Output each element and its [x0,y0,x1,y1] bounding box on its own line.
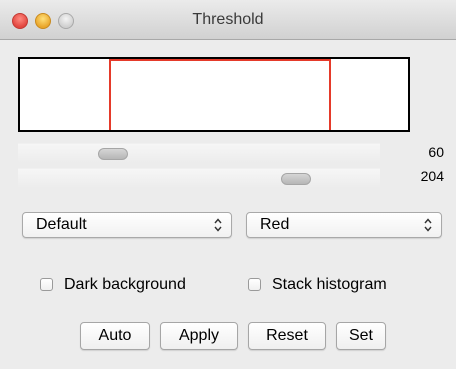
method-select[interactable]: Default [22,212,232,238]
stack-histogram-checkbox[interactable] [248,278,261,291]
histogram-plot [18,57,410,132]
dark-background-label: Dark background [64,276,186,293]
method-select-value: Default [36,216,87,233]
lower-threshold-slider[interactable] [18,143,380,163]
histogram-canvas [109,59,331,130]
upper-threshold-value: 204 [420,168,444,184]
upper-slider-thumb[interactable] [281,173,311,185]
display-select-value: Red [260,216,290,233]
reset-button[interactable]: Reset [248,322,326,350]
upper-threshold-slider[interactable] [18,168,380,188]
set-button[interactable]: Set [336,322,386,350]
threshold-window: Threshold 60 204 Default Red Dark backgr… [0,0,456,369]
window-title: Threshold [192,11,264,28]
auto-button[interactable]: Auto [80,322,150,350]
lower-slider-thumb[interactable] [98,148,128,160]
apply-button[interactable]: Apply [160,322,238,350]
up-down-arrows-icon [214,218,222,232]
lower-threshold-value: 60 [428,144,444,160]
up-down-arrows-icon [424,218,432,232]
title-bar[interactable]: Threshold [0,0,456,40]
stack-histogram-label: Stack histogram [272,276,387,293]
display-select[interactable]: Red [246,212,442,238]
dark-background-checkbox[interactable] [40,278,53,291]
